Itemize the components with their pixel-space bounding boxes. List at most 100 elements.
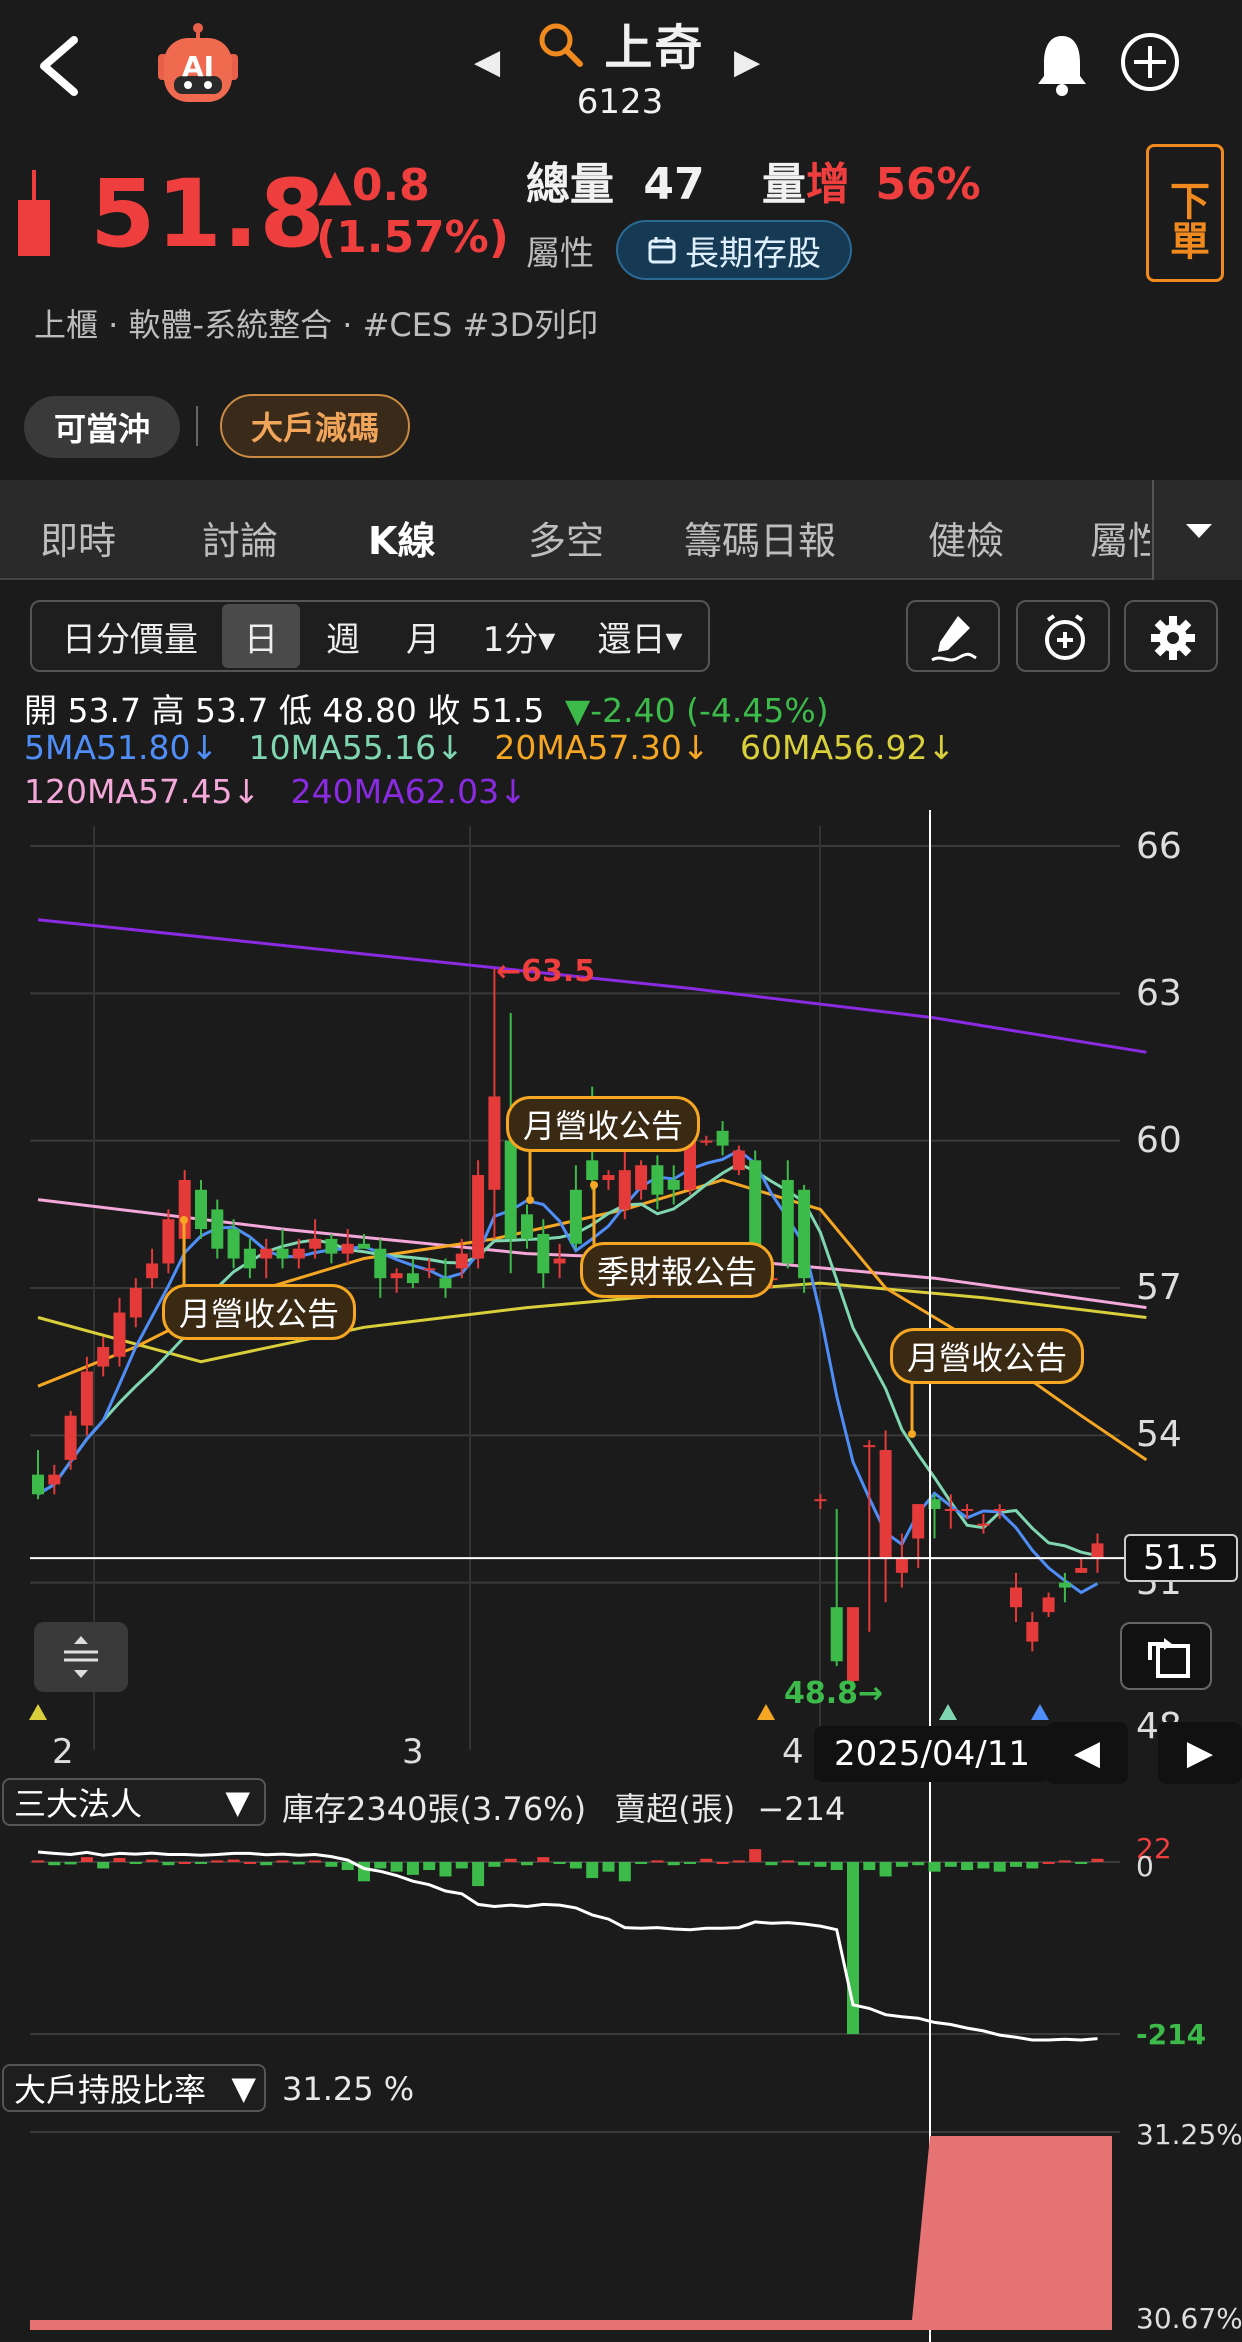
institutional-bar — [423, 1862, 436, 1871]
rotate-button[interactable] — [1120, 1622, 1212, 1690]
candle — [1010, 1572, 1022, 1622]
candle — [195, 1179, 207, 1239]
institutional-info: 庫存2340張(3.76%) 賣超(張) −214 — [282, 1784, 845, 1830]
candle-body — [292, 1248, 305, 1259]
institutional-bar — [162, 1862, 175, 1866]
bigholder-chip[interactable]: 大戶減碼 — [220, 394, 410, 458]
order-button[interactable]: 下單 — [1146, 144, 1224, 282]
candle-body — [129, 1288, 142, 1318]
candle-body — [358, 1243, 370, 1249]
candle — [325, 1233, 338, 1264]
tab-longshort[interactable]: 多空 — [528, 510, 604, 565]
candle-body — [504, 1140, 517, 1239]
ai-assistant-button[interactable]: AI — [148, 22, 248, 108]
institutional-bar — [521, 1862, 533, 1866]
candle-body — [243, 1248, 256, 1269]
tab-chip-daily[interactable]: 籌碼日報 — [684, 510, 836, 565]
candle-body — [1026, 1621, 1039, 1642]
period-minute-dropdown[interactable]: 1分▾ — [464, 602, 574, 670]
candle-body — [602, 1175, 615, 1180]
candle-body — [97, 1346, 110, 1367]
period-day[interactable]: 日 — [222, 604, 300, 668]
annotation-quarterly[interactable]: 季財報公告 — [580, 1242, 775, 1298]
bell-icon[interactable] — [1032, 30, 1092, 100]
institutional-bar — [618, 1862, 631, 1882]
stock-tags[interactable]: 上櫃 · 軟體-系統整合 · #CES #3D列印 — [34, 300, 598, 346]
volume-increase-label-a: 量 — [762, 159, 806, 210]
annotation-revenue-3[interactable]: 月營收公告 — [890, 1328, 1085, 1384]
crosshair-prev-button[interactable]: ◀ — [1046, 1722, 1128, 1784]
period-month[interactable]: 月 — [384, 602, 462, 670]
kline-chart[interactable] — [0, 810, 1242, 2342]
stock-title[interactable]: 上奇 6123 — [470, 8, 770, 128]
annotation-revenue-1[interactable]: 月營收公告 — [506, 1096, 701, 1152]
institutional-bar — [635, 1862, 648, 1864]
crosshair-next-button[interactable]: ▶ — [1158, 1722, 1242, 1784]
candle — [48, 1464, 61, 1495]
institutional-bar — [260, 1862, 273, 1866]
alert-button[interactable] — [1016, 600, 1110, 672]
period-day-price-volume[interactable]: 日分價量 — [40, 602, 220, 670]
candle-body — [700, 1140, 713, 1143]
candle-body — [618, 1170, 631, 1210]
institutional-bar — [455, 1862, 468, 1869]
inst-axis-bottom: -214 — [1136, 2018, 1207, 2051]
period-week[interactable]: 週 — [304, 602, 382, 670]
candle-body — [472, 1175, 485, 1259]
candle — [732, 1145, 745, 1176]
tab-realtime[interactable]: 即時 — [40, 510, 116, 565]
adjust-dropdown[interactable]: 還日▾ — [580, 602, 700, 670]
tab-kline[interactable]: K線 — [368, 510, 435, 565]
daytrade-chip[interactable]: 可當沖 — [24, 396, 180, 458]
volume-increase-value: 56% — [875, 159, 981, 210]
candle — [146, 1248, 159, 1288]
candle — [863, 1440, 876, 1632]
bigholder-value: 31.25 % — [282, 2070, 415, 2108]
event-triangle — [1031, 1704, 1049, 1720]
chart-resize-handle[interactable] — [34, 1622, 128, 1692]
pen-icon — [931, 616, 977, 662]
institutional-bar — [292, 1862, 305, 1865]
institutional-bar — [1091, 1858, 1104, 1862]
attribute-chip[interactable]: 長期存股 — [616, 220, 852, 280]
tab-discussion[interactable]: 討論 — [202, 510, 278, 565]
candle-body — [227, 1229, 240, 1259]
back-icon[interactable] — [30, 30, 90, 100]
y-tick-66: 66 — [1136, 826, 1182, 867]
crosshair-date: 2025/04/11 — [814, 1726, 1050, 1782]
institutional-bar — [879, 1862, 892, 1877]
y-tick-57: 57 — [1136, 1267, 1182, 1308]
institutional-bar — [716, 1862, 729, 1864]
candle-body — [146, 1263, 159, 1279]
ai-label: AI — [182, 50, 215, 83]
candle-body — [488, 1096, 501, 1190]
candle-body — [455, 1253, 468, 1269]
next-stock-arrow[interactable]: ▶ — [734, 42, 760, 82]
institutional-bar — [276, 1860, 289, 1863]
draw-tool-button[interactable] — [906, 600, 1000, 672]
add-watchlist-icon[interactable] — [1118, 30, 1182, 94]
attribute-chip-label: 長期存股 — [685, 233, 821, 274]
candle — [814, 1494, 827, 1509]
institutional-bar — [439, 1862, 452, 1877]
candle-body — [879, 1450, 892, 1559]
tab-more-button[interactable] — [1152, 480, 1242, 580]
tab-checkup[interactable]: 健檢 — [928, 510, 1004, 565]
candle-body — [309, 1238, 322, 1249]
institutional-bar — [732, 1860, 745, 1863]
tab-attribute[interactable]: 屬性 — [1090, 510, 1150, 565]
institutional-bar — [928, 1862, 941, 1872]
institutional-selector[interactable]: 三大法人 ▼ — [2, 1778, 266, 1826]
stock-code: 6123 — [576, 82, 664, 122]
bigholder-selector[interactable]: 大戶持股比率 ▼ — [2, 2064, 266, 2112]
candle — [569, 1165, 582, 1249]
institutional-bar — [765, 1862, 778, 1866]
candle — [129, 1278, 142, 1328]
annotation-revenue-2[interactable]: 月營收公告 — [162, 1284, 357, 1340]
institutional-bar — [48, 1862, 61, 1866]
settings-button[interactable] — [1124, 600, 1218, 672]
candle-body — [423, 1268, 436, 1271]
institutional-bar — [993, 1862, 1006, 1872]
candle — [243, 1238, 256, 1279]
attribute-label: 屬性 — [526, 234, 594, 274]
